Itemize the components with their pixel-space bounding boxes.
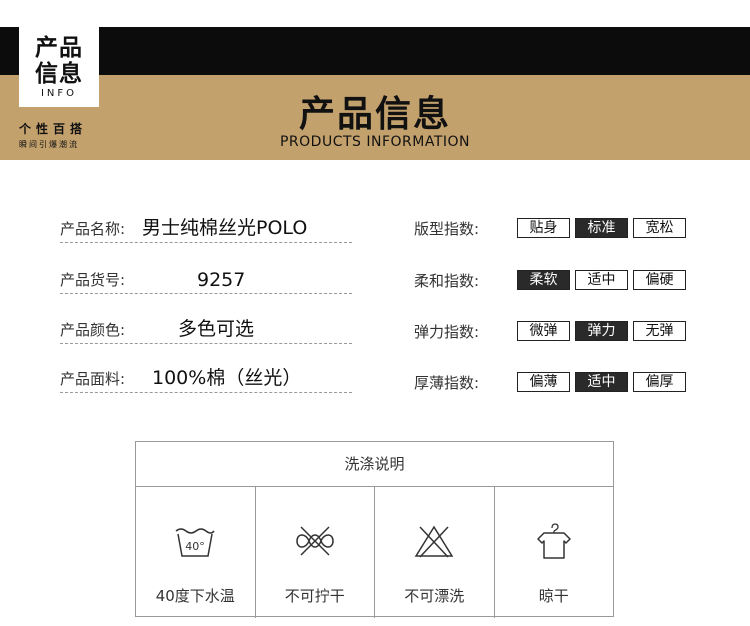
spec-row-name: 产品名称: 男士纯棉丝光POLO [60, 212, 352, 243]
index-option-selected: 适中 [575, 372, 628, 392]
index-options-fit: 贴身 标准 宽松 [517, 218, 686, 238]
badge-line2: 信息 [35, 61, 83, 87]
index-label: 弹力指数: [414, 323, 480, 341]
badge-line1: 产品 [35, 35, 83, 61]
care-cell-wash: 40° 40度下水温 [136, 487, 256, 618]
spec-value: 100%棉（丝光） [152, 367, 302, 389]
hang-dry-icon [537, 523, 571, 559]
no-bleach-icon [414, 525, 454, 558]
no-wring-icon [295, 526, 334, 556]
index-options-softness: 柔软 适中 偏硬 [517, 270, 686, 290]
index-option: 偏薄 [517, 372, 570, 392]
index-option: 无弹 [633, 321, 686, 341]
index-label: 版型指数: [414, 220, 480, 238]
spec-row-item-no: 产品货号: 9257 [60, 263, 352, 294]
wash-temp-text: 40° [186, 540, 206, 553]
spec-label: 产品货号: [60, 271, 126, 289]
care-label: 40度下水温 [155, 587, 235, 605]
page-title: 产品信息 [298, 94, 451, 135]
index-option: 偏厚 [633, 372, 686, 392]
index-option: 贴身 [517, 218, 570, 238]
index-options-thickness: 偏薄 适中 偏厚 [517, 372, 686, 392]
care-label: 晾干 [538, 587, 569, 605]
spec-value: 9257 [197, 269, 246, 291]
spec-value: 男士纯棉丝光POLO [142, 217, 308, 239]
spec-value: 多色可选 [178, 318, 255, 340]
care-label: 不可漂洗 [404, 587, 465, 605]
index-options-elasticity: 微弹 弹力 无弹 [517, 321, 686, 341]
spec-row-fabric: 产品面料: 100%棉（丝光） [60, 362, 352, 393]
care-label: 不可拧干 [284, 587, 345, 605]
care-cell-no-wring: 不可拧干 [256, 487, 375, 618]
header-black-band [0, 27, 750, 75]
index-option: 偏硬 [633, 270, 686, 290]
index-option: 宽松 [633, 218, 686, 238]
spec-label: 产品面料: [60, 370, 126, 388]
index-option: 适中 [575, 270, 628, 290]
index-label: 柔和指数: [414, 272, 480, 290]
index-label: 厚薄指数: [414, 374, 480, 392]
wash-40-icon: 40° [175, 528, 215, 557]
index-option-selected: 柔软 [517, 270, 570, 290]
spec-row-color: 产品颜色: 多色可选 [60, 313, 352, 344]
care-instructions-table: 洗涤说明 40° 40度下水温 不可拧干 不可漂洗 晾干 [135, 441, 614, 618]
index-option-selected: 弹力 [575, 321, 628, 341]
spec-label: 产品名称: [60, 220, 126, 238]
spec-label: 产品颜色: [60, 321, 126, 339]
care-cell-hang-dry: 晾干 [495, 487, 614, 618]
page-subtitle: PRODUCTS INFORMATION [279, 134, 471, 150]
index-option: 微弹 [517, 321, 570, 341]
care-cell-no-bleach: 不可漂洗 [375, 487, 495, 618]
care-title: 洗涤说明 [136, 442, 613, 487]
index-option-selected: 标准 [575, 218, 628, 238]
